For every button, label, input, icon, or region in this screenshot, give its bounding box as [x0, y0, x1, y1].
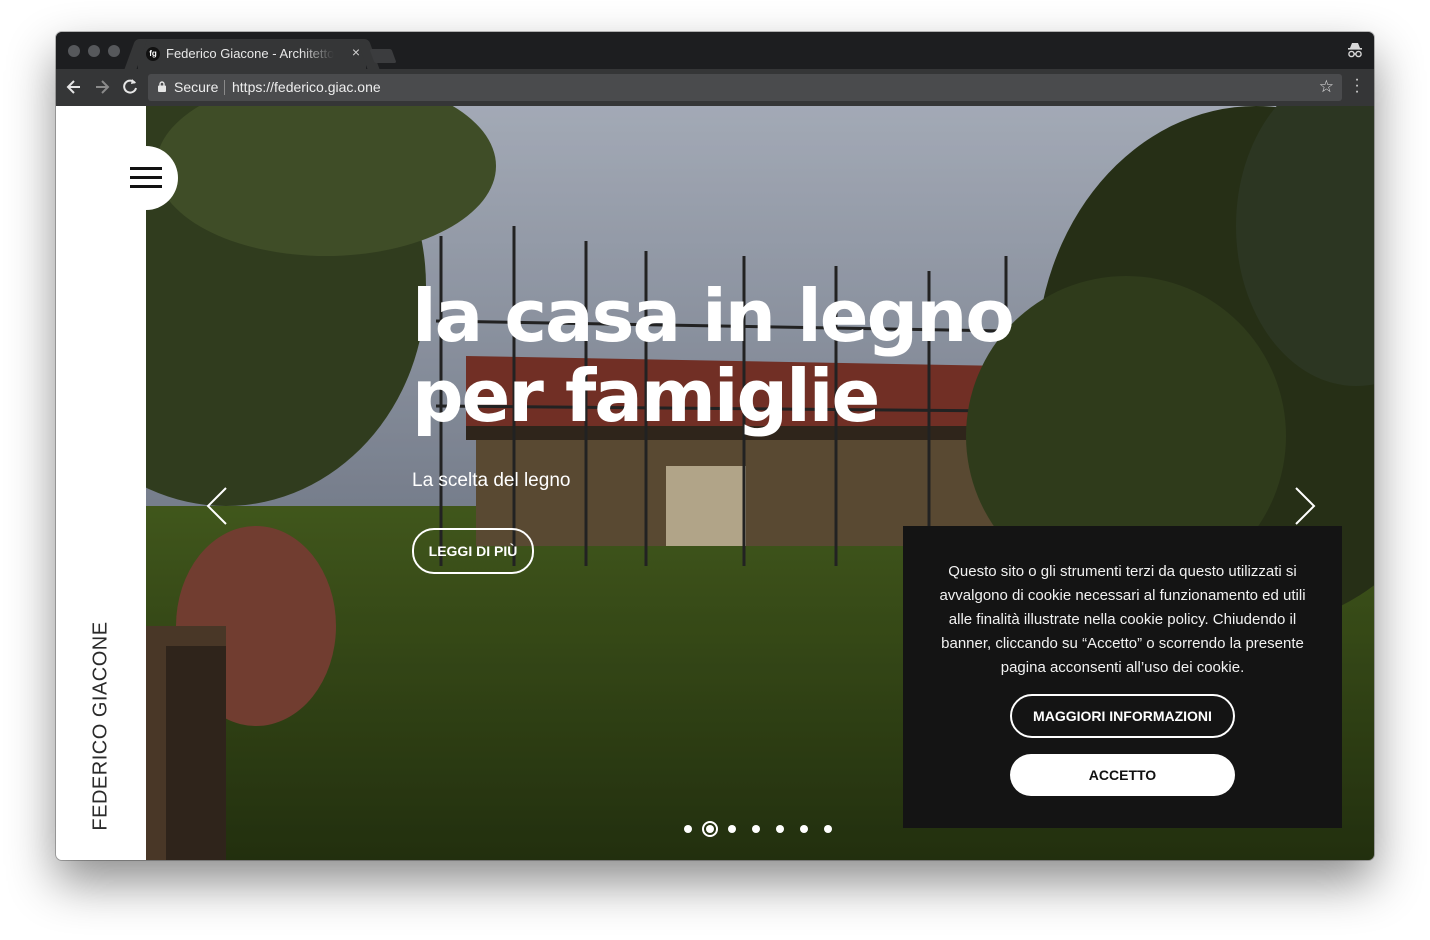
secure-label: Secure — [174, 79, 219, 95]
address-bar[interactable]: Secure https://federico.giac.one ☆ — [148, 74, 1342, 101]
brand-name[interactable]: FEDERICO GIACONE — [90, 621, 113, 830]
read-more-button[interactable]: LEGGI DI PIÙ — [412, 528, 534, 574]
hero-headline: la casa in legno per famiglie — [412, 276, 1112, 436]
cookie-banner: Questo sito o gli strumenti terzi da que… — [903, 526, 1342, 828]
hamburger-icon[interactable] — [114, 146, 178, 210]
slide-dot[interactable] — [728, 825, 736, 833]
headline-line-2: per famiglie — [412, 354, 880, 438]
new-tab-button[interactable] — [369, 49, 397, 63]
maximize-window-button[interactable] — [108, 45, 120, 57]
hero-subtitle: La scelta del legno — [412, 470, 571, 491]
browser-toolbar: Secure https://federico.giac.one ☆ · · · — [56, 69, 1374, 106]
reload-icon[interactable] — [120, 77, 140, 97]
favicon-icon: fg — [146, 47, 160, 61]
arrow-right-icon[interactable] — [92, 77, 112, 97]
more-info-button[interactable]: MAGGIORI INFORMAZIONI — [1010, 694, 1235, 738]
lock-icon — [158, 81, 166, 92]
close-window-button[interactable] — [68, 45, 80, 57]
sidebar: FEDERICO GIACONE — [56, 106, 146, 860]
browser-window: fg Federico Giacone - Architetto × Secur… — [56, 32, 1374, 860]
slide-dot[interactable] — [752, 825, 760, 833]
page-viewport: FEDERICO GIACONE la casa in legno per fa… — [56, 106, 1374, 860]
slide-dot-active[interactable] — [702, 821, 718, 837]
accept-button[interactable]: ACCETTO — [1010, 754, 1235, 796]
arrow-left-icon[interactable] — [64, 77, 84, 97]
chevron-left-icon[interactable] — [206, 486, 228, 526]
title-bar: fg Federico Giacone - Architetto × — [56, 32, 1374, 69]
tab-close-icon[interactable]: × — [352, 44, 360, 60]
incognito-icon — [1348, 43, 1362, 58]
headline-line-1: la casa in legno — [412, 274, 1015, 358]
slide-dot[interactable] — [684, 825, 692, 833]
slide-dot[interactable] — [824, 825, 832, 833]
browser-tab[interactable]: fg Federico Giacone - Architetto × — [138, 39, 366, 69]
minimize-window-button[interactable] — [88, 45, 100, 57]
url-separator — [224, 80, 225, 95]
slide-dot[interactable] — [800, 825, 808, 833]
chevron-right-icon[interactable] — [1294, 486, 1316, 526]
tab-title: Federico Giacone - Architetto — [166, 46, 334, 61]
kebab-menu-icon[interactable]: · · · — [1354, 72, 1360, 100]
cookie-text: Questo sito o gli strumenti terzi da que… — [939, 563, 1306, 676]
url-text[interactable]: https://federico.giac.one — [232, 79, 381, 95]
slide-dot[interactable] — [776, 825, 784, 833]
star-icon[interactable]: ☆ — [1319, 77, 1334, 97]
